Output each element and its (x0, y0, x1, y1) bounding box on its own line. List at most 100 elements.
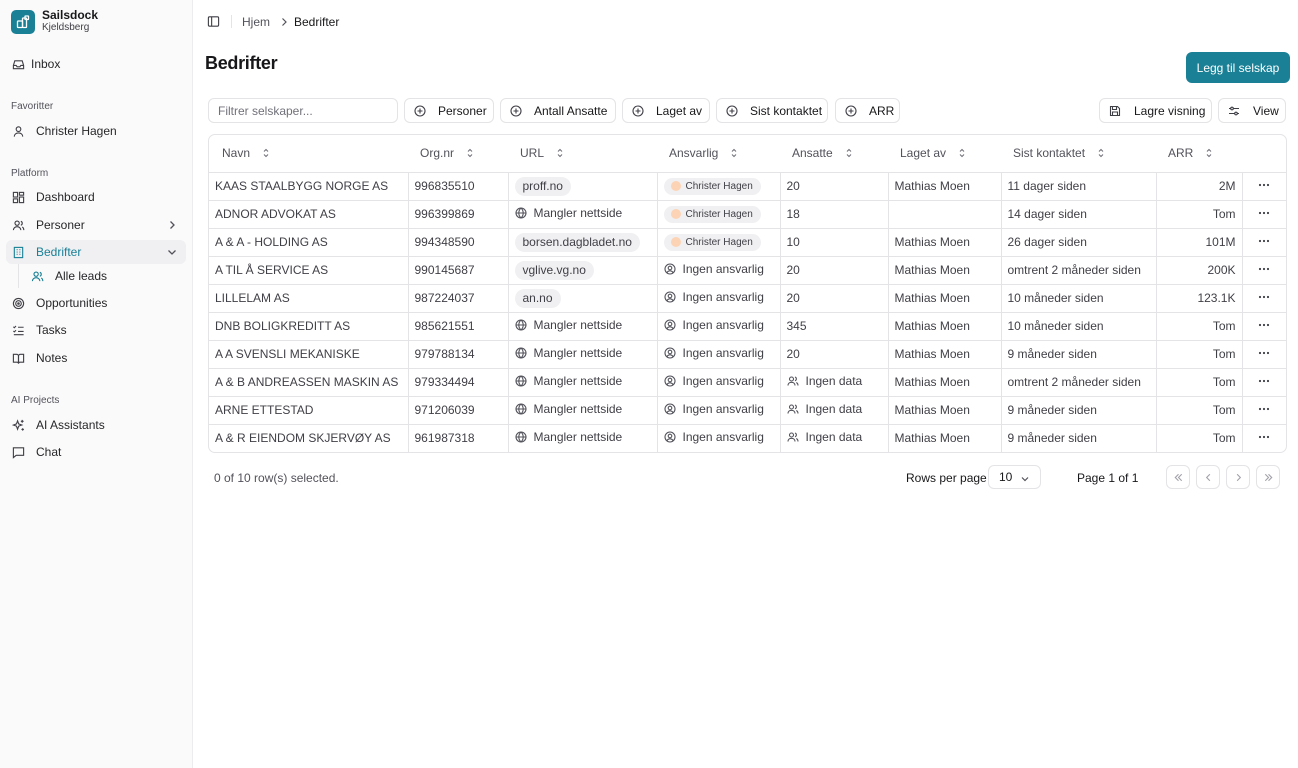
url-link[interactable]: proff.no (514, 176, 571, 196)
row-actions-button[interactable] (1242, 172, 1286, 201)
row-actions-button[interactable] (1242, 340, 1286, 369)
no-data-text: Ingen data (805, 430, 863, 445)
column-header-ansatte[interactable]: Ansatte (780, 135, 888, 173)
cell-name[interactable]: A & B ANDREASSEN MASKIN AS (209, 368, 409, 397)
url-link[interactable]: borsen.dagbladet.no (514, 232, 640, 252)
user-circle-icon (663, 403, 676, 415)
sidebar-item-opportunities[interactable]: Opportunities (6, 291, 186, 315)
user-icon (12, 125, 25, 138)
sidebar-item-personer[interactable]: Personer (6, 213, 186, 237)
row-actions-button[interactable] (1242, 284, 1286, 313)
add-company-button[interactable]: Legg til selskap (1186, 52, 1290, 83)
save-view-button[interactable]: Lagre visning (1099, 98, 1212, 123)
sidebar-item-notes[interactable]: Notes (6, 346, 186, 370)
sort-icon (261, 147, 271, 158)
table-row[interactable]: A A SVENSLI MEKANISKE 979788134 Mangler ne… (209, 340, 1286, 369)
row-actions-button[interactable] (1242, 256, 1286, 285)
sidebar-item-tasks[interactable]: Tasks (6, 318, 186, 342)
table-row[interactable]: A & B ANDREASSEN MASKIN AS 979334494 Mangl… (209, 368, 1286, 397)
filter-sist-kontaktet-button[interactable]: Sist kontaktet (716, 98, 828, 123)
filter-antall-ansatte-button[interactable]: Antall Ansatte (500, 98, 616, 123)
selection-count: 0 of 10 row(s) selected. (214, 471, 339, 485)
cell-created-by: Mathias Moen (888, 284, 1002, 313)
no-owner-text: Ingen ansvarlig (682, 318, 764, 332)
cell-last-contact: 9 måneder siden (1001, 396, 1157, 425)
column-header-laget-av[interactable]: Laget av (888, 135, 1001, 173)
sidebar-item-dashboard[interactable]: Dashboard (6, 185, 186, 209)
sidebar-toggle-icon[interactable] (207, 15, 220, 28)
row-actions-button[interactable] (1242, 396, 1286, 425)
table-row[interactable]: A TIL Å SERVICE AS 990145687 vglive.vg.no I… (209, 256, 1286, 285)
column-header-arr[interactable]: ARR (1156, 135, 1242, 173)
rows-per-page-select[interactable]: 10 (988, 465, 1041, 489)
user-circle-icon (663, 319, 676, 331)
owner-name: Christer Hagen (685, 208, 753, 220)
row-actions-button[interactable] (1242, 312, 1286, 341)
cell-name[interactable]: KAAS STAALBYGG NORGE AS (209, 172, 409, 201)
column-header-navn[interactable]: Navn (209, 135, 408, 173)
url-link[interactable]: an.no (514, 288, 561, 308)
column-header-sist-kontaktet[interactable]: Sist kontaktet (1001, 135, 1156, 173)
table-row[interactable]: LILLELAM AS 987224037 an.no Ingen ansvarlig… (209, 284, 1286, 313)
cell-name[interactable]: ADNOR ADVOKAT AS (209, 200, 409, 229)
user-circle-icon (663, 263, 676, 275)
platform-label: Platform (11, 168, 49, 179)
filter-laget-av-button[interactable]: Laget av (622, 98, 710, 123)
table-row[interactable]: ADNOR ADVOKAT AS 996399869 Mangler nettsid… (209, 200, 1286, 229)
cell-arr: 123.1K (1156, 284, 1243, 313)
cell-employees: 20 (780, 340, 889, 369)
cell-name[interactable]: A TIL Å SERVICE AS (209, 256, 409, 285)
previous-page-button[interactable] (1196, 465, 1220, 489)
table-row[interactable]: KAAS STAALBYGG NORGE AS 996835510 proff.no… (209, 172, 1286, 201)
cell-name[interactable]: A & R EIENDOM SKJERVØY AS (209, 424, 409, 452)
avatar (670, 181, 681, 191)
sidebar-item-chat[interactable]: Chat (6, 440, 186, 464)
row-actions-button[interactable] (1242, 424, 1286, 452)
owner-badge[interactable]: Christer Hagen (663, 205, 761, 223)
sidebar-item-label: Alle leads (55, 269, 108, 283)
column-header-url[interactable]: URL (508, 135, 657, 173)
cell-employees: 345 (780, 312, 889, 341)
submenu-line (18, 264, 19, 288)
table-row[interactable]: ARNE ETTESTAD 971206039 Mangler nettside In… (209, 396, 1286, 425)
view-options-button[interactable]: View (1218, 98, 1286, 123)
brand-subtitle: Kjeldsberg (42, 22, 90, 33)
column-header-org-nr[interactable]: Org.nr (408, 135, 508, 173)
sidebar-item-alle-leads[interactable]: Alle leads (25, 264, 186, 288)
owner-badge[interactable]: Christer Hagen (663, 177, 761, 195)
topbar: Hjem Bedrifter (193, 0, 1298, 44)
breadcrumb-home-link[interactable]: Hjem (242, 15, 270, 29)
row-actions-button[interactable] (1242, 368, 1286, 397)
cell-name[interactable]: LILLELAM AS (209, 284, 409, 313)
cell-name[interactable]: A & A - HOLDING AS (209, 228, 409, 257)
sidebar-item-christer-hagen[interactable]: Christer Hagen (6, 119, 186, 143)
url-link[interactable]: vglive.vg.no (514, 260, 594, 280)
cell-name[interactable]: ARNE ETTESTAD (209, 396, 409, 425)
column-header-ansvarlig[interactable]: Ansvarlig (657, 135, 780, 173)
next-page-button[interactable] (1226, 465, 1250, 489)
sidebar-item-ai-assistants[interactable]: AI Assistants (6, 413, 186, 437)
table-row[interactable]: DNB BOLIGKREDITT AS 985621551 Mangler nett… (209, 312, 1286, 341)
user-circle-icon (663, 347, 676, 359)
owner-badge[interactable]: Christer Hagen (663, 233, 761, 251)
table-row[interactable]: A & A - HOLDING AS 994348590 borsen.dagbla… (209, 228, 1286, 257)
sidebar-item-bedrifter[interactable]: Bedrifter (6, 240, 186, 264)
filter-companies-input[interactable] (208, 98, 398, 123)
rows-per-page-value: 10 (999, 470, 1013, 484)
workspace-switcher[interactable]: Sailsdock Kjeldsberg (11, 9, 98, 34)
more-horizontal-icon (1257, 318, 1271, 332)
row-actions-button[interactable] (1242, 228, 1286, 257)
cell-arr: Tom (1156, 200, 1243, 229)
first-page-button[interactable] (1166, 465, 1190, 489)
cell-org-nr: 996835510 (408, 172, 509, 201)
filter-arr-button[interactable]: ARR (835, 98, 900, 123)
row-actions-button[interactable] (1242, 200, 1286, 229)
table-row[interactable]: A & R EIENDOM SKJERVØY AS 961987318 Mangle… (209, 424, 1286, 452)
filter-personer-button[interactable]: Personer (404, 98, 494, 123)
cell-name[interactable]: A A SVENSLI MEKANISKE (209, 340, 409, 369)
sidebar-item-inbox[interactable]: Inbox (6, 52, 186, 76)
no-owner-text: Ingen ansvarlig (682, 430, 764, 445)
cell-name[interactable]: DNB BOLIGKREDITT AS (209, 312, 409, 341)
last-page-button[interactable] (1256, 465, 1280, 489)
column-label: Sist kontaktet (1013, 146, 1086, 161)
